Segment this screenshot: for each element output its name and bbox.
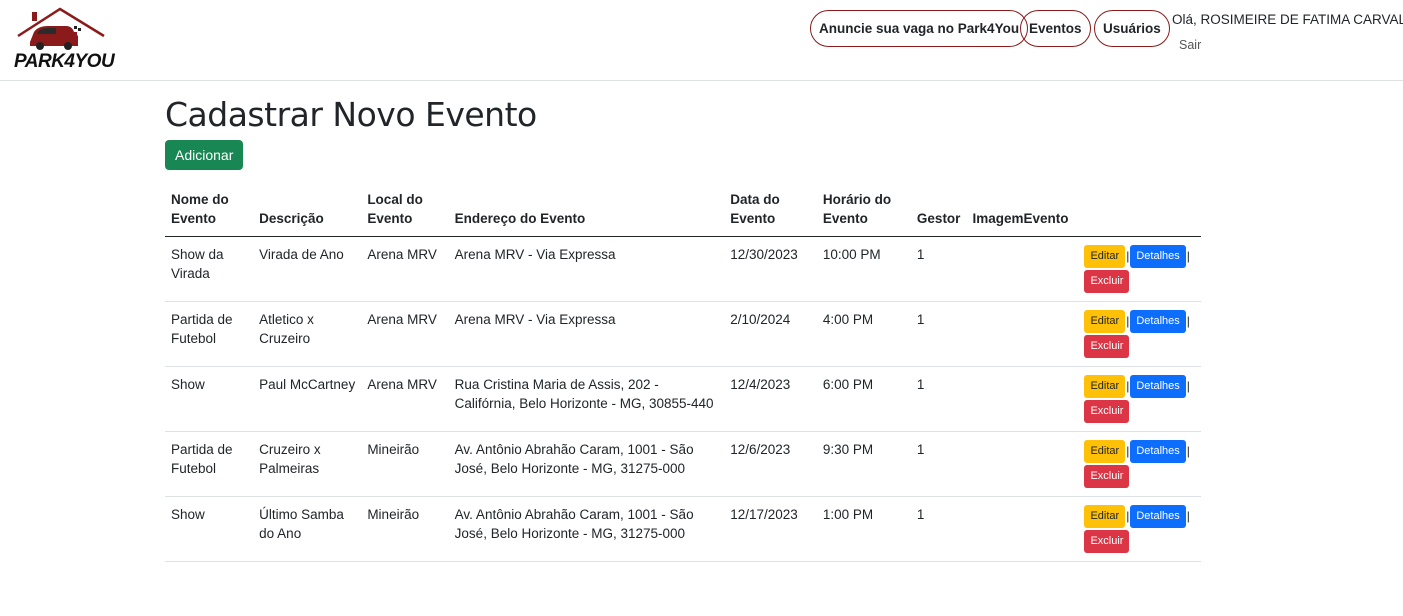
cell-imagem [966,496,1075,562]
cell-local: Mineirão [361,496,449,562]
table-header-row: Nome do Evento Descrição Local do Evento… [165,190,1201,237]
cell-gestor: 1 [910,496,967,562]
user-greeting: Olá, ROSIMEIRE DE FATIMA CARVALHO [1172,12,1403,27]
cell-horario: 9:30 PM [816,431,911,497]
edit-button[interactable]: Editar [1084,505,1126,528]
cell-gestor: 1 [910,236,967,302]
cell-imagem [966,366,1075,432]
table-row: Partida de Futebol Cruzeiro x Palmeiras … [165,431,1201,497]
navbar: PARK4YOU Anuncie sua vaga no Park4You Ev… [0,0,1403,81]
col-header-imagem: ImagemEvento [966,190,1075,237]
cell-descricao: Virada de Ano [253,236,362,302]
cell-imagem [966,431,1075,497]
table-row: Show Último Samba do Ano Mineirão Av. An… [165,496,1201,562]
edit-button[interactable]: Editar [1084,310,1126,333]
cell-endereco: Av. Antônio Abrahão Caram, 1001 - São Jo… [448,496,725,562]
cell-horario: 1:00 PM [816,496,911,562]
col-header-descricao: Descrição [253,190,362,237]
cell-nome: Show [165,366,254,432]
table-row: Show da Virada Virada de Ano Arena MRV A… [165,236,1201,302]
park4you-logo[interactable]: PARK4YOU [12,6,115,74]
house-car-logo-icon [17,7,105,50]
cell-local: Arena MRV [361,366,449,432]
details-button[interactable]: Detalhes [1130,310,1186,333]
action-separator: | [1186,249,1190,263]
page-title: Cadastrar Novo Evento [165,95,537,134]
cell-data: 2/10/2024 [724,301,817,367]
cell-endereco: Av. Antônio Abrahão Caram, 1001 - São Jo… [448,431,725,497]
cell-endereco: Arena MRV - Via Expressa [448,301,725,367]
cell-data: 12/6/2023 [724,431,817,497]
action-separator: | [1186,314,1190,328]
details-button[interactable]: Detalhes [1130,245,1186,268]
nav-usuarios-button[interactable]: Usuários [1094,10,1170,47]
add-event-button[interactable]: Adicionar [165,140,244,170]
cell-endereco: Arena MRV - Via Expressa [448,236,725,302]
cell-nome: Show [165,496,254,562]
cell-gestor: 1 [910,301,967,367]
col-header-local: Local do Evento [361,190,449,237]
cell-imagem [966,236,1075,302]
table-row: Show Paul McCartney Arena MRV Rua Cristi… [165,366,1201,432]
events-table: Nome do Evento Descrição Local do Evento… [165,190,1201,562]
cell-descricao: Cruzeiro x Palmeiras [253,431,362,497]
action-separator: | [1186,509,1190,523]
delete-button[interactable]: Excluir [1084,335,1130,358]
cell-nome: Show da Virada [165,236,254,302]
cell-endereco: Rua Cristina Maria de Assis, 202 - Calif… [448,366,725,432]
action-separator: | [1186,379,1190,393]
nav-anuncie-vaga-button[interactable]: Anuncie sua vaga no Park4You [810,10,1029,47]
cell-horario: 4:00 PM [816,301,911,367]
cell-descricao: Atletico x Cruzeiro [253,301,362,367]
col-header-gestor: Gestor [910,190,967,237]
table-row: Partida de Futebol Atletico x Cruzeiro A… [165,301,1201,367]
cell-nome: Partida de Futebol [165,431,254,497]
row-actions: Editar | Detalhes | Excluir [1074,366,1201,432]
cell-local: Arena MRV [361,236,449,302]
details-button[interactable]: Detalhes [1130,375,1186,398]
details-button[interactable]: Detalhes [1130,440,1186,463]
cell-gestor: 1 [910,366,967,432]
col-header-endereco: Endereço do Evento [448,190,725,237]
cell-gestor: 1 [910,431,967,497]
logo-text: PARK4YOU [14,51,115,72]
col-header-data: Data do Evento [724,190,817,237]
cell-local: Arena MRV [361,301,449,367]
edit-button[interactable]: Editar [1084,440,1126,463]
delete-button[interactable]: Excluir [1084,465,1130,488]
col-header-nome: Nome do Evento [165,190,254,237]
cell-descricao: Paul McCartney [253,366,362,432]
row-actions: Editar | Detalhes | Excluir [1074,236,1201,302]
edit-button[interactable]: Editar [1084,375,1126,398]
col-header-horario: Horário do Evento [816,190,911,237]
delete-button[interactable]: Excluir [1084,530,1130,553]
details-button[interactable]: Detalhes [1130,505,1186,528]
cell-data: 12/30/2023 [724,236,817,302]
cell-data: 12/4/2023 [724,366,817,432]
edit-button[interactable]: Editar [1084,245,1126,268]
delete-button[interactable]: Excluir [1084,400,1130,423]
col-header-actions [1074,190,1201,237]
cell-descricao: Último Samba do Ano [253,496,362,562]
cell-data: 12/17/2023 [724,496,817,562]
action-separator: | [1186,444,1190,458]
cell-imagem [966,301,1075,367]
row-actions: Editar | Detalhes | Excluir [1074,301,1201,367]
nav-eventos-button[interactable]: Eventos [1020,10,1091,47]
cell-local: Mineirão [361,431,449,497]
cell-horario: 6:00 PM [816,366,911,432]
delete-button[interactable]: Excluir [1084,270,1130,293]
row-actions: Editar | Detalhes | Excluir [1074,496,1201,562]
cell-horario: 10:00 PM [816,236,911,302]
cell-nome: Partida de Futebol [165,301,254,367]
logout-link[interactable]: Sair [1179,38,1201,52]
row-actions: Editar | Detalhes | Excluir [1074,431,1201,497]
